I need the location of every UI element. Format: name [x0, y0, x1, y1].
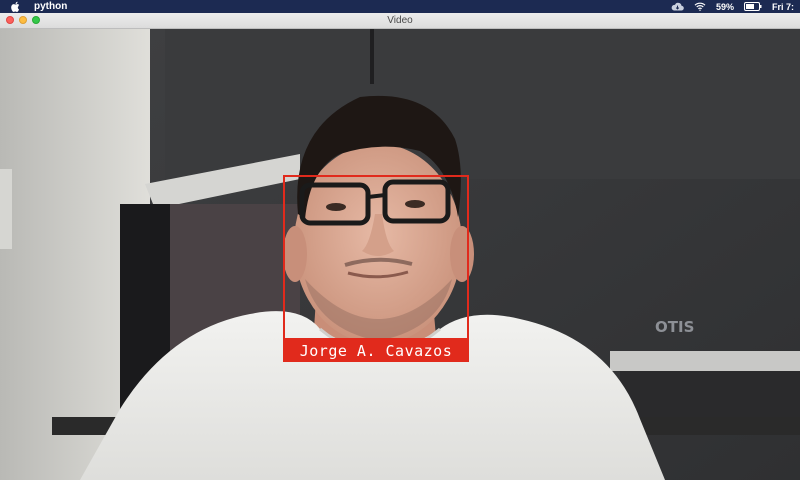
apple-icon[interactable]: [10, 1, 22, 13]
battery-percent: 59%: [715, 1, 734, 12]
menubar-clock[interactable]: Fri 7:: [772, 2, 794, 12]
face-bounding-box: [283, 175, 469, 340]
otis-logo-text: OTIS: [655, 318, 694, 336]
video-frame: OTIS Jorge A. Cavazos: [0, 29, 800, 480]
battery-icon[interactable]: [743, 2, 762, 11]
wifi-icon[interactable]: [694, 2, 706, 11]
window-title: Video: [387, 15, 413, 26]
cloud-icon[interactable]: [671, 2, 684, 11]
window-title-bar[interactable]: Video: [0, 13, 800, 29]
menu-bar: python 59% Fri 7:: [0, 0, 800, 13]
face-label: Jorge A. Cavazos: [283, 340, 469, 362]
app-menu-python[interactable]: python: [34, 1, 67, 12]
